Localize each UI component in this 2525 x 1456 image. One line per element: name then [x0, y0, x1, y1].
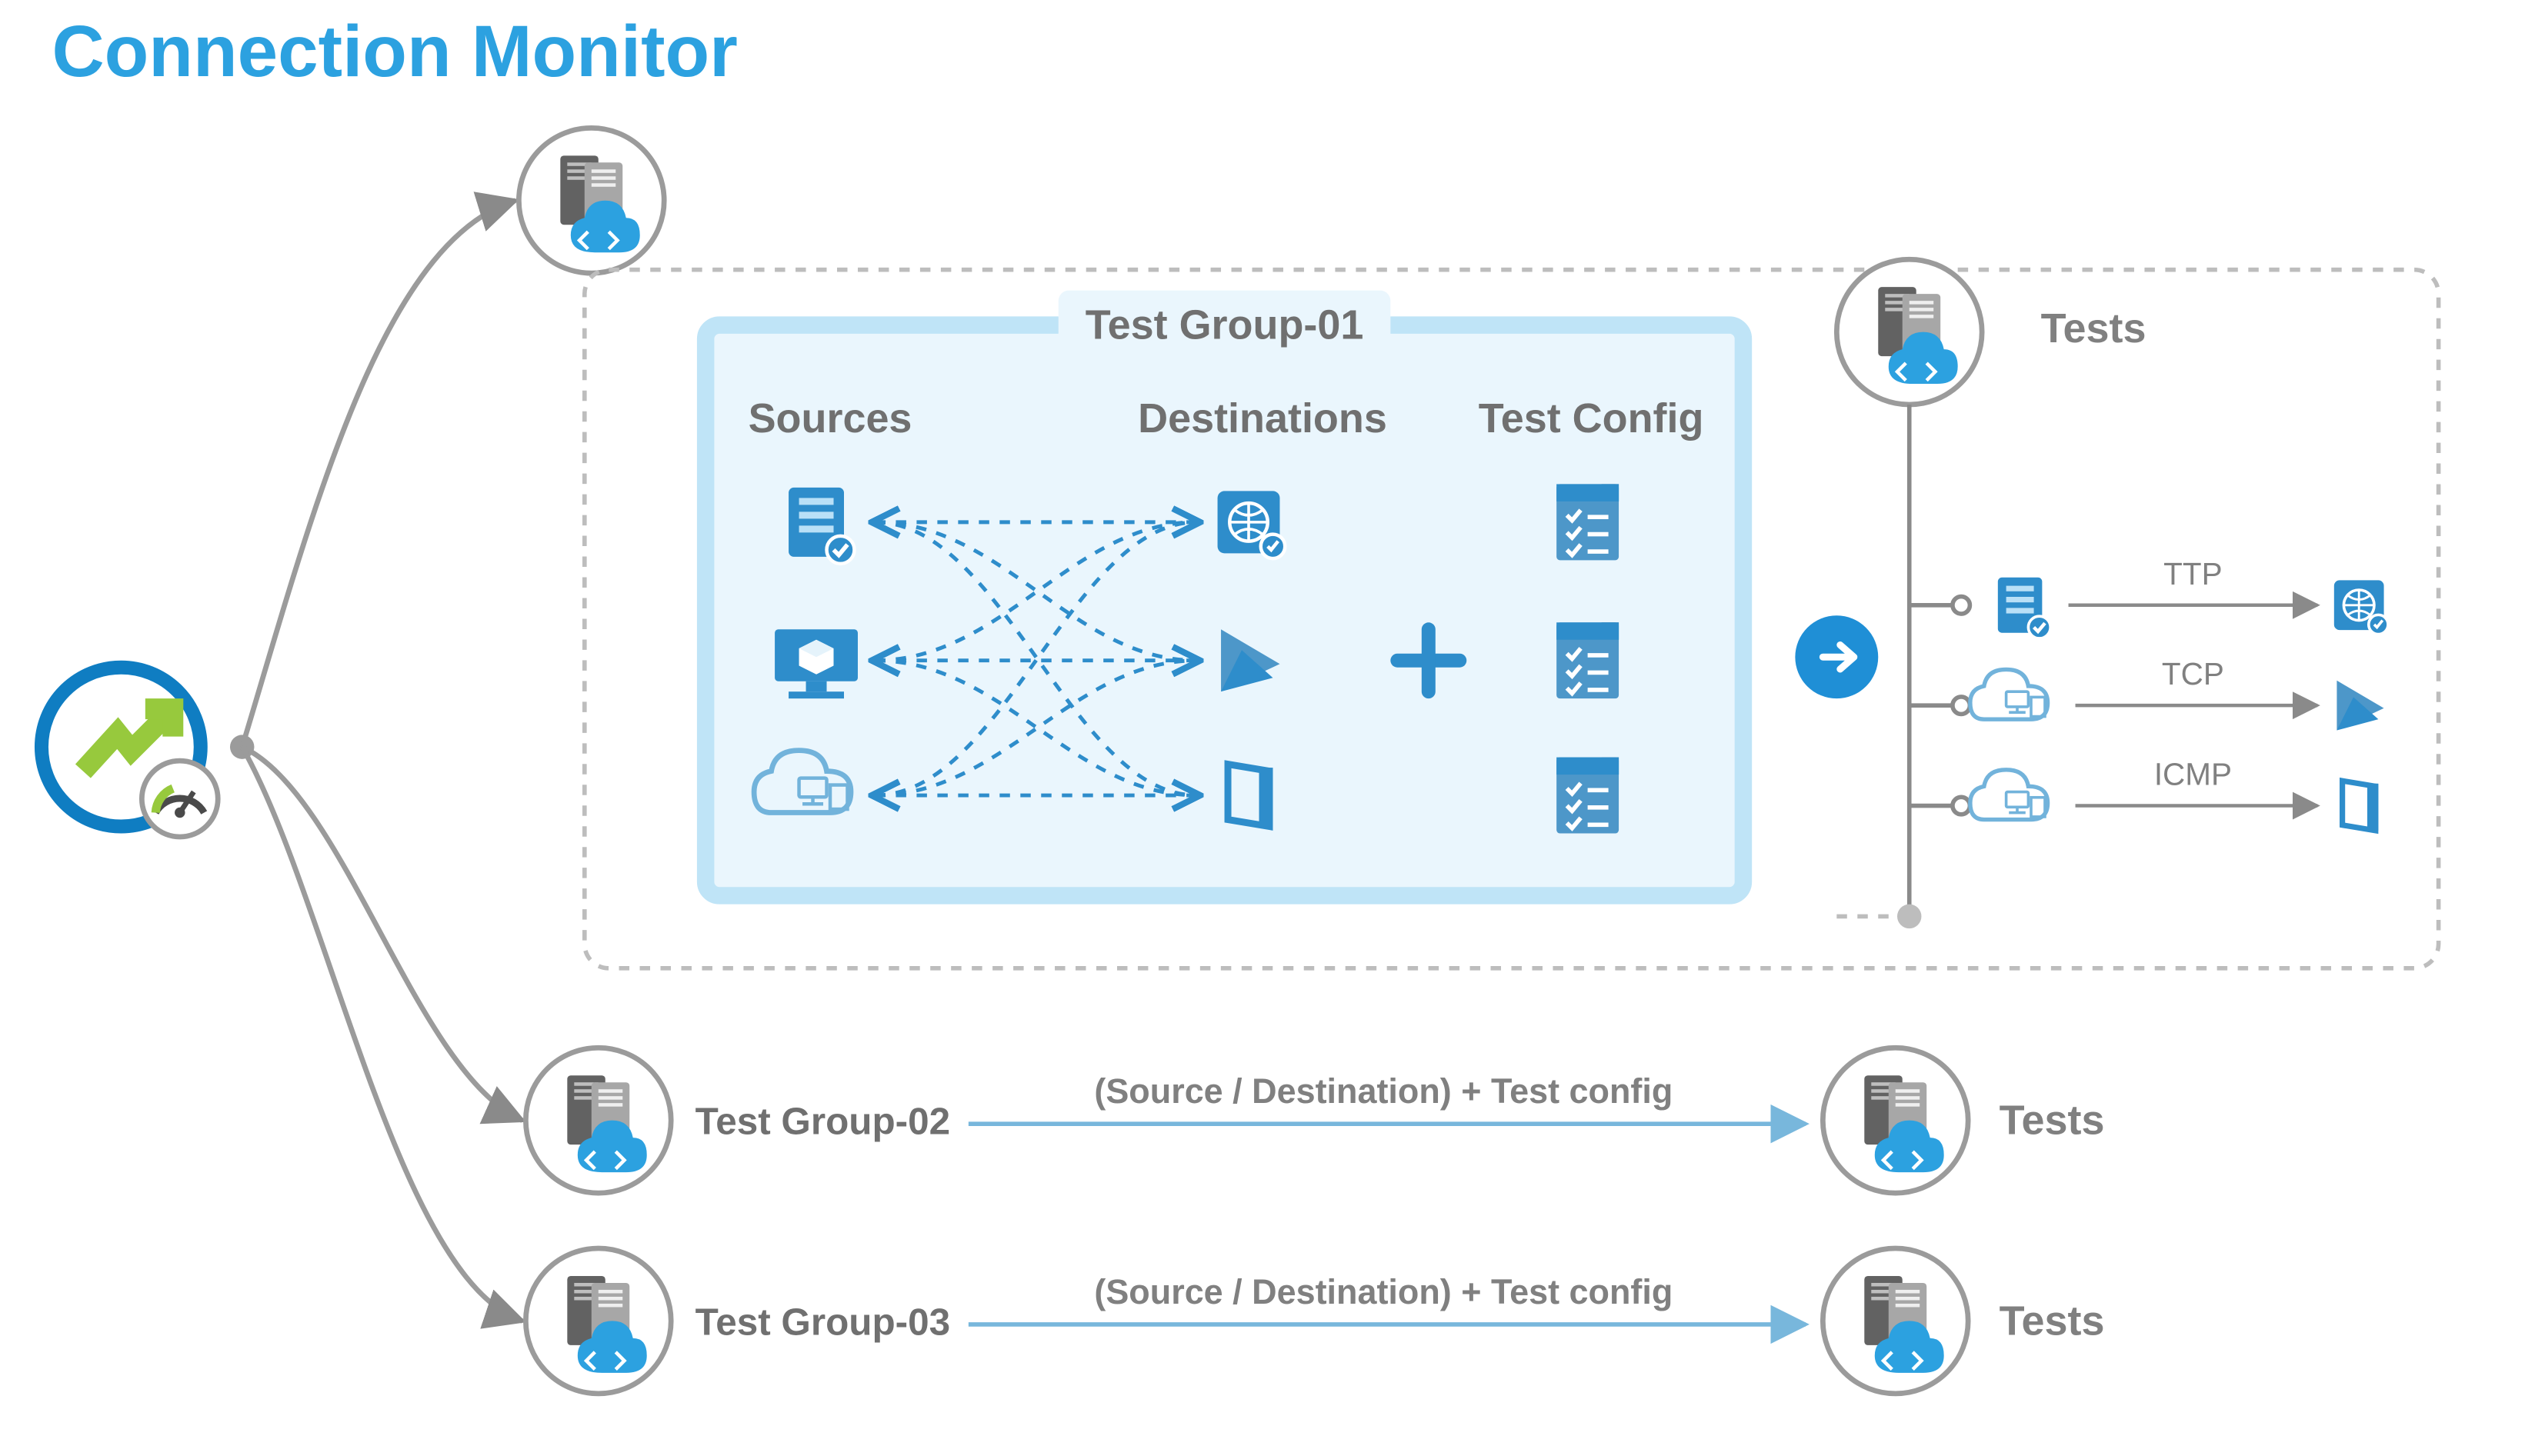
test-protocol-2: TCP	[2162, 656, 2224, 691]
test-protocol-1: TTP	[2163, 556, 2222, 591]
connection-monitor-icon	[42, 668, 218, 837]
test-group-02-row: Test Group-02 (Source / Destination) + T…	[525, 1048, 2104, 1193]
test-row-1: TTP	[1998, 556, 2388, 638]
test-row-2: TCP	[1970, 656, 2384, 730]
test-group-03-row: Test Group-03 (Source / Destination) + T…	[525, 1248, 2104, 1394]
diagram-root: Connection Monitor Test Group-01 Sources…	[0, 0, 2525, 1456]
dest-globe-icon	[1218, 491, 1286, 558]
test-group-03-label: Test Group-03	[695, 1301, 950, 1343]
test-protocol-3: ICMP	[2154, 757, 2232, 792]
tests-node-top	[1836, 259, 1982, 405]
test-row-3: ICMP	[1970, 757, 2379, 831]
arrow-right-icon	[1795, 615, 1878, 698]
test-group-tab: Test Group-01	[1086, 302, 1364, 348]
tests-label-03: Tests	[2000, 1298, 2105, 1344]
test-group-panel: Test Group-01 Sources Destinations Test …	[705, 291, 1743, 896]
col-destinations: Destinations	[1138, 395, 1387, 441]
test-group-02-label: Test Group-02	[695, 1101, 950, 1143]
config-doc-1-icon	[1556, 484, 1619, 560]
col-testconfig: Test Config	[1479, 395, 1704, 441]
test-group-01-node	[519, 128, 664, 273]
config-doc-2-icon	[1556, 622, 1619, 698]
tests-label-02: Tests	[2000, 1098, 2105, 1144]
col-sources: Sources	[749, 395, 912, 441]
test-group-03-desc: (Source / Destination) + Test config	[1094, 1272, 1673, 1311]
branch-lines	[242, 201, 522, 1321]
config-doc-3-icon	[1556, 758, 1619, 834]
page-title: Connection Monitor	[52, 12, 737, 92]
test-group-02-desc: (Source / Destination) + Test config	[1094, 1071, 1673, 1111]
tests-label-top: Tests	[2041, 305, 2146, 352]
